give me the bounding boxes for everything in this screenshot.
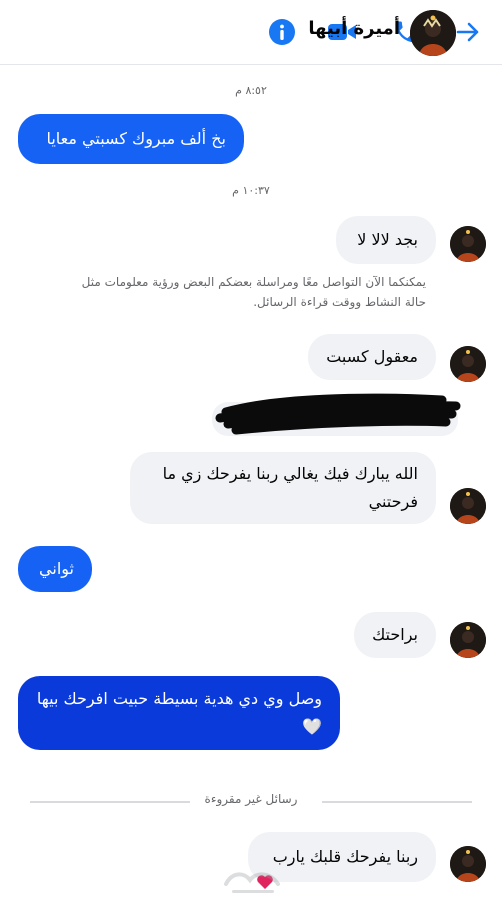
- redaction-scribble: [212, 393, 461, 436]
- sender-avatar: [450, 226, 486, 262]
- contact-name[interactable]: أميرة أبيها: [308, 18, 400, 39]
- message-text: بخ ألف مبروك كسبتي معايا: [46, 129, 226, 148]
- chat-header: أميرة أبيها: [0, 0, 502, 64]
- unread-label: رسائل غير مقروءة: [204, 792, 298, 806]
- contact-avatar[interactable]: [410, 10, 456, 56]
- back-arrow-icon[interactable]: [452, 16, 484, 48]
- header-divider: [0, 64, 502, 65]
- sender-avatar: [450, 346, 486, 382]
- privacy-notice: يمكنكما الآن التواصل معًا ومراسلة بعضكم …: [81, 275, 426, 309]
- sender-avatar: [450, 622, 486, 658]
- message-text: وصل وي دي هدية بسيطة حبيت افرحك بيها 🤍: [36, 689, 322, 736]
- outgoing-message[interactable]: وصل وي دي هدية بسيطة حبيت افرحك بيها 🤍: [18, 676, 340, 750]
- message-text: ربنا يفرحك قلبك يارب: [272, 847, 418, 866]
- message-text: ثواني: [39, 559, 74, 578]
- sender-avatar: [450, 846, 486, 882]
- sender-avatar: [450, 488, 486, 524]
- incoming-message[interactable]: معقول كسبت: [308, 334, 436, 380]
- outgoing-message[interactable]: ثواني: [18, 546, 92, 592]
- incoming-message[interactable]: بجد لالا لا: [336, 216, 436, 264]
- timestamp: ٨:٥٢ م: [235, 84, 267, 97]
- message-text: بجد لالا لا: [357, 230, 418, 249]
- watermark-logo: [224, 872, 280, 893]
- incoming-message[interactable]: الله يبارك فيك يغالي ربنا يفرحك زي ما فر…: [130, 452, 436, 524]
- message-text: براحتك: [372, 625, 418, 644]
- timestamp: ١٠:٣٧ م: [232, 184, 270, 197]
- outgoing-message[interactable]: بخ ألف مبروك كسبتي معايا: [18, 114, 244, 164]
- message-text: الله يبارك فيك يغالي ربنا يفرحك زي ما فر…: [162, 464, 418, 511]
- unread-divider: رسائل غير مقروءة: [30, 789, 472, 813]
- info-icon[interactable]: [266, 16, 298, 48]
- incoming-message[interactable]: براحتك: [354, 612, 436, 658]
- message-text: معقول كسبت: [326, 347, 418, 366]
